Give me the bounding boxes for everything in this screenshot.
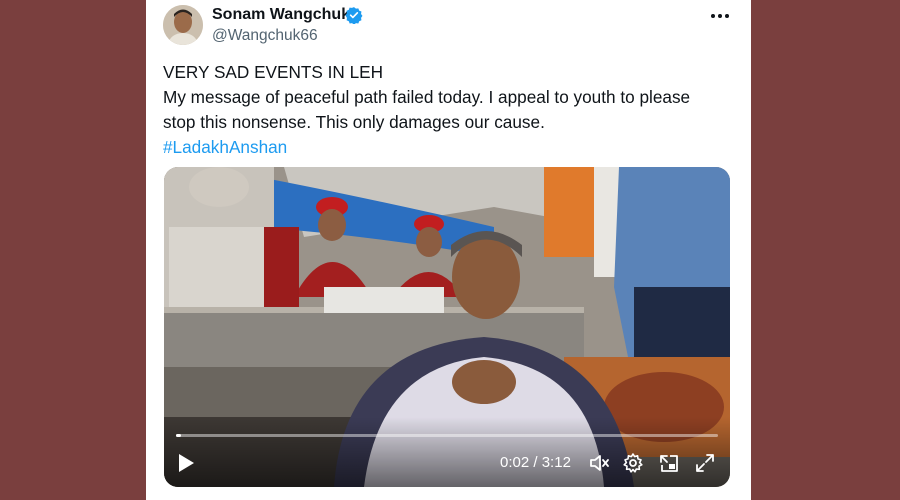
- video-progress-bar[interactable]: [176, 434, 718, 437]
- tweet-card: Sonam Wangchuk @Wangchuk66 VERY SAD EVEN…: [146, 0, 751, 500]
- fullscreen-icon[interactable]: [694, 452, 716, 474]
- video-time: 0:02 / 3:12: [500, 454, 571, 471]
- controls-overlay: [164, 417, 730, 487]
- pip-icon[interactable]: [658, 452, 680, 474]
- author-name[interactable]: Sonam Wangchuk: [212, 6, 350, 24]
- video-time-separator: /: [533, 454, 538, 471]
- mute-icon[interactable]: [588, 452, 610, 474]
- avatar-image: [163, 5, 203, 45]
- video-duration: 3:12: [541, 454, 571, 471]
- settings-icon[interactable]: [622, 452, 644, 474]
- tweet-text-line: VERY SAD EVENTS IN LEH: [163, 62, 384, 82]
- video-progress-fill: [176, 434, 182, 437]
- hashtag-link[interactable]: #LadakhAnshan: [163, 135, 733, 160]
- tweet-text: VERY SAD EVENTS IN LEH My message of pea…: [163, 60, 733, 160]
- play-icon[interactable]: [176, 452, 196, 474]
- more-options-icon[interactable]: [704, 6, 736, 26]
- video-player[interactable]: 0:02 / 3:12: [164, 167, 730, 487]
- avatar[interactable]: [163, 5, 203, 45]
- author-handle[interactable]: @Wangchuk66: [212, 27, 318, 45]
- tweet-text-line: My message of peaceful path failed today…: [163, 87, 691, 107]
- tweet-text-line: stop this nonsense. This only damages ou…: [163, 112, 545, 132]
- verified-badge-icon: [345, 7, 363, 24]
- video-current-time: 0:02: [500, 454, 530, 471]
